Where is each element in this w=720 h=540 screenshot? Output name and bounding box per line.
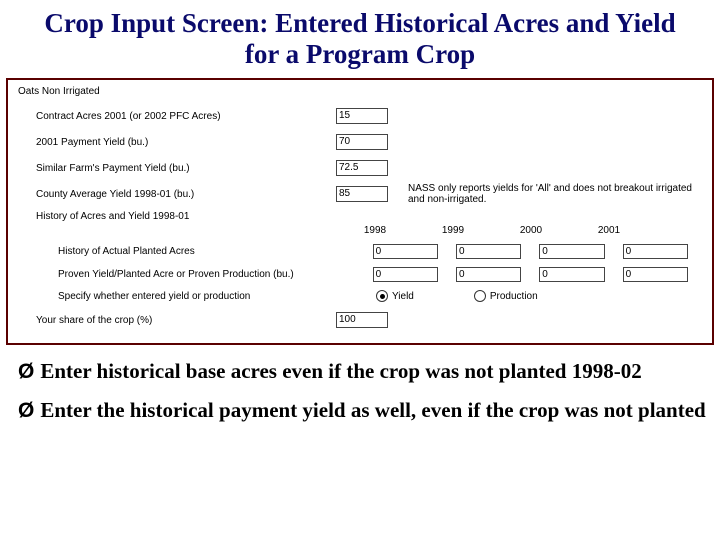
year-col: 1999	[414, 225, 492, 241]
bullet-item: Ø Enter the historical payment yield as …	[18, 398, 706, 423]
history-yield-input[interactable]: 0	[373, 267, 438, 282]
radio-production[interactable]	[474, 290, 486, 302]
history-acres-input[interactable]: 0	[623, 244, 688, 259]
payment-yield-label: 2001 Payment Yield (bu.)	[18, 137, 336, 148]
arrow-icon: Ø	[18, 359, 34, 384]
history-acres-label: History of Actual Planted Acres	[18, 246, 373, 257]
share-label: Your share of the crop (%)	[18, 315, 336, 326]
similar-yield-label: Similar Farm's Payment Yield (bu.)	[18, 163, 336, 174]
arrow-icon: Ø	[18, 398, 34, 423]
radio-label: Specify whether entered yield or product…	[18, 291, 376, 302]
history-yield-input[interactable]: 0	[539, 267, 604, 282]
share-input[interactable]: 100	[336, 312, 388, 328]
slide-title: Crop Input Screen: Entered Historical Ac…	[0, 0, 720, 76]
contract-acres-label: Contract Acres 2001 (or 2002 PFC Acres)	[18, 111, 336, 122]
bullet-text: Enter the historical payment yield as we…	[40, 398, 705, 423]
year-col: 2001	[570, 225, 648, 241]
year-col: 1998	[336, 225, 414, 241]
history-acres-input[interactable]: 0	[456, 244, 521, 259]
history-heading: History of Acres and Yield 1998-01	[18, 211, 706, 222]
form-panel: Oats Non Irrigated Contract Acres 2001 (…	[6, 78, 714, 345]
radio-yield[interactable]	[376, 290, 388, 302]
county-avg-label: County Average Yield 1998-01 (bu.)	[18, 189, 336, 200]
history-yield-input[interactable]: 0	[623, 267, 688, 282]
history-acres-input[interactable]: 0	[539, 244, 604, 259]
bullet-item: Ø Enter historical base acres even if th…	[18, 359, 706, 384]
year-col: 2000	[492, 225, 570, 241]
history-acres-input[interactable]: 0	[373, 244, 438, 259]
similar-yield-input[interactable]: 72.5	[336, 160, 388, 176]
bullet-list: Ø Enter historical base acres even if th…	[0, 345, 720, 423]
history-row-acres: History of Actual Planted Acres 0 0 0 0	[18, 241, 706, 261]
bullet-text: Enter historical base acres even if the …	[40, 359, 641, 384]
radio-yield-text: Yield	[392, 291, 414, 302]
history-row-yield: Proven Yield/Planted Acre or Proven Prod…	[18, 264, 706, 284]
history-yield-input[interactable]: 0	[456, 267, 521, 282]
years-header: 1998 1999 2000 2001	[336, 225, 706, 241]
county-avg-input[interactable]: 85	[336, 186, 388, 202]
county-avg-note: NASS only reports yields for 'All' and d…	[408, 183, 706, 205]
contract-acres-input[interactable]: 15	[336, 108, 388, 124]
radio-production-text: Production	[490, 291, 538, 302]
history-yield-label: Proven Yield/Planted Acre or Proven Prod…	[18, 269, 373, 280]
crop-name: Oats Non Irrigated	[18, 86, 706, 97]
payment-yield-input[interactable]: 70	[336, 134, 388, 150]
